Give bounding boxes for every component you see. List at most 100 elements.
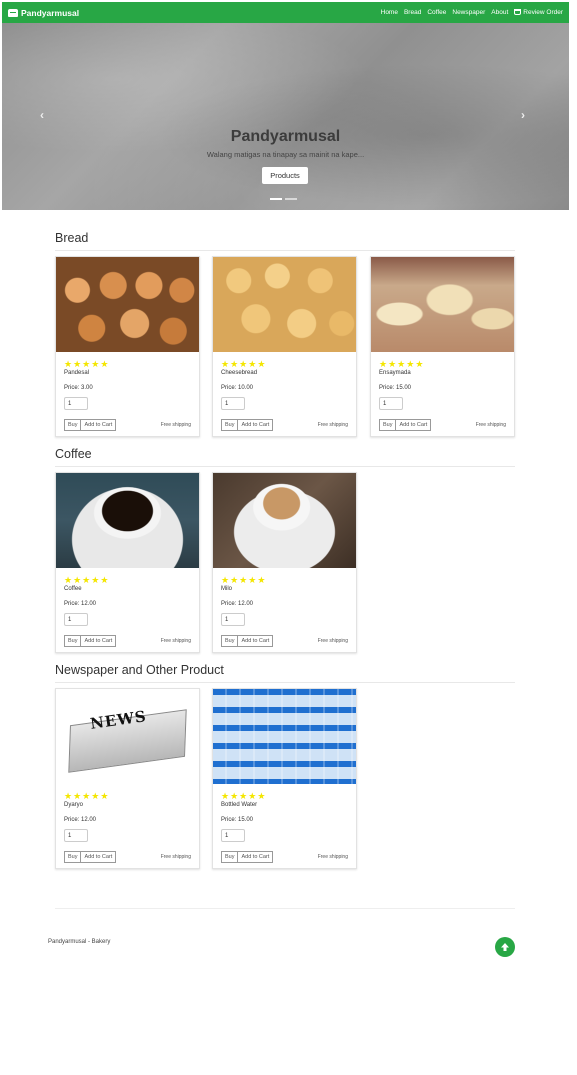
product-price: Price: 12.00 <box>64 817 97 823</box>
nav-home[interactable]: Home <box>381 9 398 16</box>
star-icon: ★ <box>388 359 397 369</box>
carousel-prev-icon[interactable]: ‹ <box>40 108 44 122</box>
carousel-indicator[interactable] <box>270 198 282 200</box>
top-navbar: Pandyarmusal Home Bread Coffee Newspaper… <box>2 2 569 23</box>
star-icon: ★ <box>379 359 388 369</box>
quantity-input[interactable]: 1 <box>221 613 245 626</box>
add-to-cart-button[interactable]: Add to Cart <box>238 851 274 863</box>
buy-button[interactable]: Buy <box>221 419 239 431</box>
star-icon: ★ <box>230 791 239 801</box>
star-icon: ★ <box>257 791 266 801</box>
star-icon: ★ <box>82 791 91 801</box>
buy-button[interactable]: Buy <box>64 419 82 431</box>
cart-icon <box>514 9 522 15</box>
buy-button[interactable]: Buy <box>64 635 82 647</box>
star-icon: ★ <box>248 575 257 585</box>
product-price: Price: 15.00 <box>221 817 254 823</box>
star-icon: ★ <box>239 575 248 585</box>
add-to-cart-button[interactable]: Add to Cart <box>81 635 117 647</box>
shipping-note: Free shipping <box>475 422 506 428</box>
star-icon: ★ <box>82 575 91 585</box>
nav-links: Home Bread Coffee Newspaper About Review… <box>381 9 563 16</box>
card-actions: Buy Add to Cart <box>64 419 117 431</box>
star-icon: ★ <box>221 575 230 585</box>
add-to-cart-button[interactable]: Add to Cart <box>238 635 274 647</box>
buy-button[interactable]: Buy <box>221 635 239 647</box>
section-title-coffee: Coffee <box>55 447 92 461</box>
star-icon: ★ <box>415 359 424 369</box>
carousel-next-icon[interactable]: › <box>521 108 525 122</box>
star-icon: ★ <box>91 359 100 369</box>
quantity-input[interactable]: 1 <box>221 397 245 410</box>
section-divider <box>55 682 515 683</box>
star-icon: ★ <box>91 791 100 801</box>
card-actions: Buy Add to Cart <box>64 851 117 863</box>
bottled-water-photo <box>213 689 356 784</box>
coffee-cup-photo <box>56 473 199 568</box>
rating-stars: ★ ★ ★ ★ ★ <box>64 360 108 369</box>
product-price: Price: 15.00 <box>379 385 412 391</box>
star-icon: ★ <box>397 359 406 369</box>
quantity-input[interactable]: 1 <box>64 613 88 626</box>
add-to-cart-button[interactable]: Add to Cart <box>81 419 117 431</box>
star-icon: ★ <box>100 359 109 369</box>
buy-button[interactable]: Buy <box>221 851 239 863</box>
brand-link[interactable]: Pandyarmusal <box>8 8 79 18</box>
star-icon: ★ <box>82 359 91 369</box>
nav-newspaper[interactable]: Newspaper <box>452 9 485 16</box>
star-icon: ★ <box>221 791 230 801</box>
star-icon: ★ <box>100 791 109 801</box>
star-icon: ★ <box>257 359 266 369</box>
star-icon: ★ <box>64 791 73 801</box>
card-actions: Buy Add to Cart <box>221 635 274 647</box>
add-to-cart-button[interactable]: Add to Cart <box>396 419 432 431</box>
add-to-cart-button[interactable]: Add to Cart <box>238 419 274 431</box>
product-price: Price: 10.00 <box>221 385 254 391</box>
carousel-indicator[interactable] <box>285 198 297 200</box>
star-icon: ★ <box>73 791 82 801</box>
product-card-dyaryo: NEWS ★ ★ ★ ★ ★ Dyaryo Price: 12.00 1 Buy Add… <box>55 688 200 869</box>
shipping-note: Free shipping <box>317 854 348 860</box>
hero-title: Pandyarmusal <box>230 128 341 145</box>
store-icon <box>8 8 18 17</box>
star-icon: ★ <box>64 359 73 369</box>
buy-button[interactable]: Buy <box>379 419 397 431</box>
newspaper-photo: NEWS <box>56 689 199 784</box>
star-icon: ★ <box>239 791 248 801</box>
back-to-top-button[interactable] <box>495 937 515 957</box>
rating-stars: ★ ★ ★ ★ ★ <box>379 360 423 369</box>
nav-review-order[interactable]: Review Order <box>514 9 563 16</box>
buy-button[interactable]: Buy <box>64 851 82 863</box>
product-name: Dyaryo <box>64 802 84 808</box>
hero-subtitle: Walang matigas na tinapay sa mainit na k… <box>206 150 365 159</box>
products-button[interactable]: Products <box>262 167 308 184</box>
nav-coffee[interactable]: Coffee <box>427 9 446 16</box>
shipping-note: Free shipping <box>317 638 348 644</box>
product-card-pandesal: ★ ★ ★ ★ ★ Pandesal Price: 3.00 1 Buy Add to … <box>55 256 200 437</box>
section-title-newspaper: Newspaper and Other Product <box>55 663 224 677</box>
rating-stars: ★ ★ ★ ★ ★ <box>221 576 265 585</box>
arrow-up-icon <box>501 943 509 951</box>
nav-bread[interactable]: Bread <box>404 9 421 16</box>
nav-about[interactable]: About <box>491 9 508 16</box>
hero-carousel: ‹ › Pandyarmusal Walang matigas na tinap… <box>2 23 569 210</box>
quantity-input[interactable]: 1 <box>64 397 88 410</box>
quantity-input[interactable]: 1 <box>221 829 245 842</box>
carousel-indicators <box>270 198 297 200</box>
brand-name: Pandyarmusal <box>21 7 80 18</box>
section-title-bread: Bread <box>55 231 89 245</box>
quantity-input[interactable]: 1 <box>379 397 403 410</box>
product-name: Ensaymada <box>379 370 411 376</box>
star-icon: ★ <box>248 791 257 801</box>
card-actions: Buy Add to Cart <box>64 635 117 647</box>
star-icon: ★ <box>230 575 239 585</box>
star-icon: ★ <box>91 575 100 585</box>
quantity-input[interactable]: 1 <box>64 829 88 842</box>
shipping-note: Free shipping <box>317 422 348 428</box>
product-name: Coffee <box>64 586 82 592</box>
star-icon: ★ <box>257 575 266 585</box>
product-price: Price: 12.00 <box>221 601 254 607</box>
add-to-cart-button[interactable]: Add to Cart <box>81 851 117 863</box>
ensaymada-photo <box>371 257 514 352</box>
star-icon: ★ <box>64 575 73 585</box>
